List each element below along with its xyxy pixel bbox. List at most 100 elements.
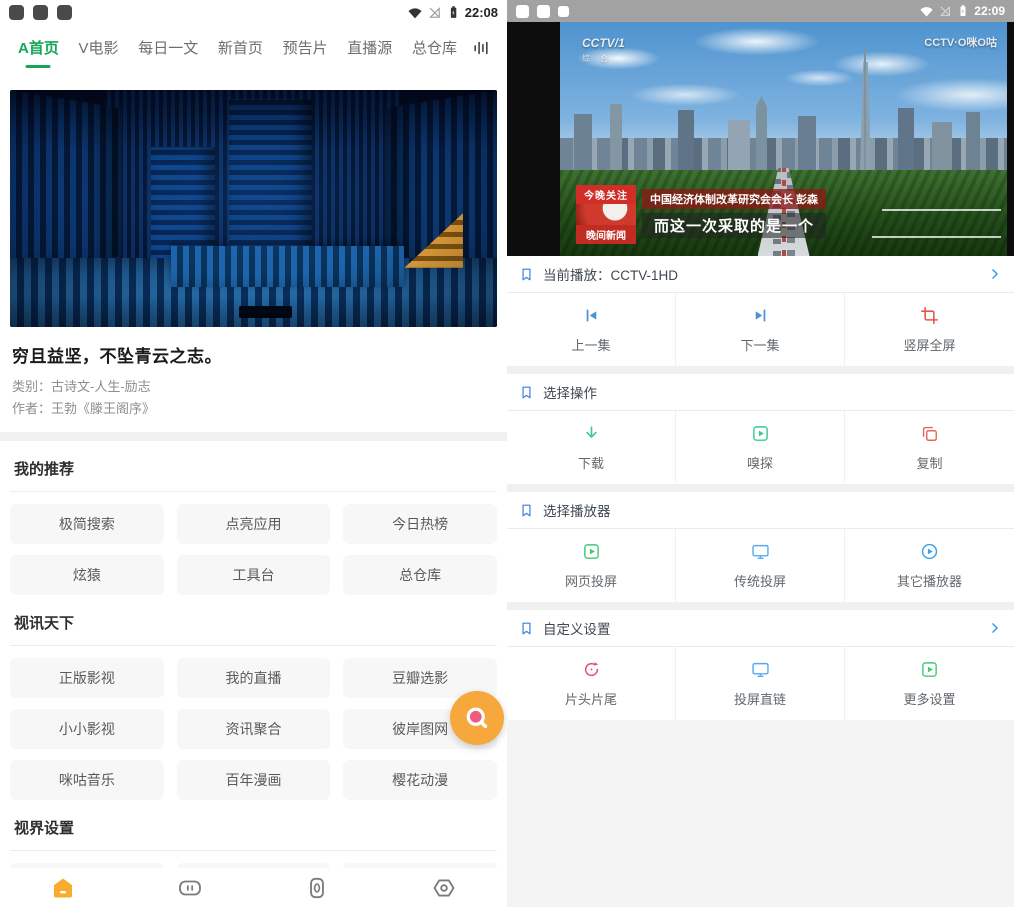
grid-button-0-3[interactable]: 炫猿 (10, 555, 164, 595)
hero-art-vignette (10, 90, 497, 327)
download-icon (582, 424, 601, 443)
action-label: 竖屏全屏 (903, 335, 955, 354)
notification-square-icon (537, 5, 550, 18)
action-monitor-3-1[interactable]: 投屏直链 (676, 647, 845, 720)
news-caption: 中国经济体制改革研究会会长 彭森 (642, 189, 826, 209)
action-label: 上一集 (571, 335, 610, 354)
search-icon (462, 703, 492, 733)
tab-bar: A首页 V电影每日一文新首页预告片直播源总仓库 (0, 25, 507, 70)
section-title: 视界设置 (14, 817, 493, 838)
no-signal-icon (938, 4, 952, 18)
video-art-antenna (864, 48, 866, 170)
news-globe-art (576, 204, 636, 225)
prev-track-icon (582, 306, 601, 325)
battery-icon (446, 4, 459, 21)
notification-square-icon (57, 5, 72, 20)
action-play-square-2-0[interactable]: 网页投屏 (507, 529, 676, 602)
daily-quote-card[interactable]: 穷且益坚，不坠青云之志。 类别：古诗文-人生-励志 作者：王勃《滕王阁序》 (0, 342, 507, 417)
grid-button-1-1[interactable]: 我的直播 (177, 658, 331, 698)
nav-player-icon[interactable] (177, 875, 203, 901)
monitor-icon (751, 542, 770, 561)
wifi-icon (407, 5, 423, 21)
action-repeat-3-0[interactable]: 片头片尾 (507, 647, 676, 720)
dual-screenshot: 22:08 A首页V电影每日一文新首页预告片直播源总仓库 穷且益坚，不坠青云之志… (0, 0, 1014, 907)
search-fab[interactable] (450, 691, 504, 745)
tab-2[interactable]: 每日一文 (138, 37, 198, 58)
caption-rule (872, 236, 1001, 238)
status-time: 22:09 (974, 4, 1005, 18)
video-frame: CCTV/1 综 合 CCTV·O咪O咕 今晚关注 晚间新闻 中国经济体制改革研… (560, 22, 1007, 256)
panel-header-0[interactable]: 当前播放：CCTV-1HD (507, 256, 1014, 293)
action-play-square-1-1[interactable]: 嗅探 (676, 411, 845, 484)
bookmark-icon (519, 267, 534, 282)
bookmark-icon (519, 385, 534, 400)
status-bar-left: 22:08 (0, 0, 507, 25)
nav-settings-icon[interactable] (431, 875, 457, 901)
repeat-icon (582, 660, 601, 679)
grid-button-0-0[interactable]: 极简搜索 (10, 504, 164, 544)
equalizer-icon[interactable] (471, 38, 491, 58)
news-subtitle: 而这一次采取的是一个 (642, 213, 826, 238)
tab-0[interactable]: A首页 (18, 37, 59, 58)
status-bar-right: 22:09 (507, 0, 1014, 22)
grid-button-1-6[interactable]: 咪咕音乐 (10, 760, 164, 800)
action-label: 投屏直链 (734, 689, 786, 708)
action-download-1-0[interactable]: 下载 (507, 411, 676, 484)
bottom-nav (0, 868, 507, 907)
action-copy-1-2[interactable]: 复制 (845, 411, 1014, 484)
section-divider (0, 432, 507, 441)
panel-header-3[interactable]: 自定义设置 (507, 610, 1014, 647)
action-play-square-3-2[interactable]: 更多设置 (845, 647, 1014, 720)
tab-1[interactable]: V电影 (79, 37, 119, 58)
action-label: 更多设置 (903, 689, 955, 708)
panel-title: 当前播放：CCTV-1HD (543, 264, 678, 284)
grid-button-1-4[interactable]: 资讯聚合 (177, 709, 331, 749)
action-crop-0-2[interactable]: 竖屏全屏 (845, 293, 1014, 366)
action-play-circle-2-2[interactable]: 其它播放器 (845, 529, 1014, 602)
quote-title: 穷且益坚，不坠青云之志。 (12, 342, 495, 367)
notification-square-icon (9, 5, 24, 20)
notification-square-icon (33, 5, 48, 20)
panel-gap (507, 484, 1014, 492)
channel-watermark: CCTV·O咪O咕 (924, 34, 997, 50)
grid-button-0-2[interactable]: 今日热榜 (343, 504, 497, 544)
video-art-building (932, 122, 952, 170)
quote-author: 作者：王勃《滕王阁序》 (12, 398, 495, 417)
grid-button-0-1[interactable]: 点亮应用 (177, 504, 331, 544)
video-art-building (728, 120, 750, 170)
grid-button-0-4[interactable]: 工具台 (177, 555, 331, 595)
panel-2: 选择播放器网页投屏传统投屏其它播放器 (507, 492, 1014, 602)
panel-title: 选择操作 (543, 382, 597, 402)
caption-rule (882, 209, 1001, 211)
tab-3[interactable]: 新首页 (218, 37, 263, 58)
status-time: 22:08 (465, 5, 498, 20)
hero-banner[interactable] (10, 90, 497, 327)
news-badge-top: 今晚关注 (576, 185, 636, 204)
action-next-track-0-1[interactable]: 下一集 (676, 293, 845, 366)
video-art-building (574, 114, 592, 170)
panel-3: 自定义设置片头片尾投屏直链 更多设置 (507, 610, 1014, 720)
grid-button-0-5[interactable]: 总仓库 (343, 555, 497, 595)
tab-6[interactable]: 总仓库 (412, 37, 457, 58)
nav-zero-icon[interactable] (304, 875, 330, 901)
grid-button-1-3[interactable]: 小小影视 (10, 709, 164, 749)
panel-gap (507, 602, 1014, 610)
play-circle-icon (920, 542, 939, 561)
panel-title: 自定义设置 (543, 618, 611, 638)
action-prev-track-0-0[interactable]: 上一集 (507, 293, 676, 366)
video-player[interactable]: CCTV/1 综 合 CCTV·O咪O咕 今晚关注 晚间新闻 中国经济体制改革研… (507, 22, 1014, 256)
section-title: 我的推荐 (14, 458, 493, 479)
action-label: 嗅探 (747, 453, 773, 472)
action-monitor-2-1[interactable]: 传统投屏 (676, 529, 845, 602)
chevron-right-icon[interactable] (988, 621, 1002, 635)
tab-4[interactable]: 预告片 (283, 37, 328, 58)
tab-5[interactable]: 直播源 (347, 37, 392, 58)
grid-button-1-7[interactable]: 百年漫画 (177, 760, 331, 800)
grid-button-1-8[interactable]: 樱花动漫 (343, 760, 497, 800)
nav-home-icon[interactable] (50, 875, 76, 901)
monitor-icon (751, 660, 770, 679)
video-art-building (678, 110, 694, 170)
panel-gap (507, 366, 1014, 374)
grid-button-1-0[interactable]: 正版影视 (10, 658, 164, 698)
chevron-right-icon[interactable] (988, 267, 1002, 281)
